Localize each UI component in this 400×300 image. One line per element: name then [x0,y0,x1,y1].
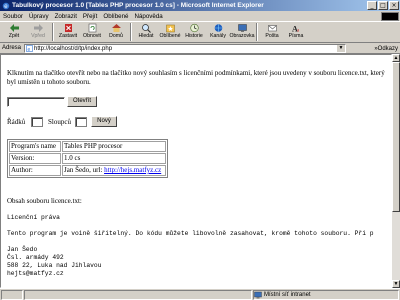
file-input[interactable] [7,97,65,107]
status-cell [24,289,252,300]
toolbar-separator [52,23,54,41]
channels-icon [214,24,222,32]
home-icon [111,24,121,32]
refresh-icon [88,23,96,33]
scroll-thumb[interactable] [392,62,400,212]
address-bar: Adresa e http://localhost/d/tp/index.php… [0,43,400,54]
favorites-button[interactable]: Oblíbené [158,22,182,42]
program-info-table: Program's name Tables PHP procesor Versi… [7,139,168,178]
table-cell: 1.0 cs [62,153,166,164]
table-cell: Jan Šedo, url: http://hejs.matfyz.cz [62,165,166,176]
table-row: Version: 1.0 cs [9,153,166,164]
table-row: Author: Jan Šedo, url: http://hejs.matfy… [9,165,166,176]
scroll-up-icon[interactable]: ▲ [392,54,400,62]
toolbar: Zpět Vpřed Zastavit Obnovit Domů Hledat … [0,22,400,43]
svg-text:e: e [28,47,31,52]
channels-button[interactable]: Kanály [206,22,230,42]
title-bar: e Tabulkový procesor 1.0 [Tables PHP pro… [0,0,400,11]
maximize-button[interactable]: □ [378,1,388,10]
home-button[interactable]: Domů [104,22,128,42]
menu-go[interactable]: Přejít [83,13,97,20]
license-title: Licenční práva [7,214,60,221]
intro-text: Klknutím na tlačítko otevřít nebo na tla… [7,69,385,86]
refresh-button[interactable]: Obnovit [80,22,104,42]
address-input[interactable]: e http://localhost/d/tp/index.php ▼ [24,44,346,53]
fullscreen-icon [237,24,247,32]
author-name: Jan Šedo, url: [64,166,105,174]
status-bar: Místní síť intranet [0,288,400,300]
back-button[interactable]: Zpět [2,22,26,42]
favorites-icon [165,24,175,33]
scroll-down-icon[interactable]: ▼ [392,280,400,288]
open-button[interactable]: Otevřít [67,96,97,107]
menu-file[interactable]: Soubor [3,13,23,20]
search-button[interactable]: Hledat [134,22,158,42]
author-link[interactable]: http://hejs.matfyz.cz [104,166,161,174]
table-cell: Tables PHP procesor [62,141,166,152]
file-caption: Obsah souboru licence.txt: [7,197,82,205]
history-icon [189,23,199,33]
rows-label: Řádků [7,118,26,126]
fonts-icon: Aa [292,25,300,34]
window-title: Tabulkový procesor 1.0 [Tables PHP proce… [12,2,264,9]
page-content: Klknutím na tlačítko otevřít nebo na tla… [0,54,392,288]
address-label: Adresa [2,45,22,51]
menu-view[interactable]: Zobrazit [55,13,77,20]
contact-block: Jan Šedo Čsl. armády 492 588 22, Luka na… [7,246,102,277]
license-text: Tento program je voině šiřitelný. Do kód… [7,230,374,237]
history-button[interactable]: Historie [182,22,206,42]
table-cell: Author: [9,165,61,176]
back-arrow-icon [9,24,19,32]
search-icon [141,24,151,33]
stop-button[interactable]: Zastavit [56,22,80,42]
address-url: http://localhost/d/tp/index.php [34,45,113,52]
menu-favorites[interactable]: Oblíbené [103,13,128,20]
zone-indicator: Místní síť intranet [254,290,311,300]
windows-logo-icon [381,12,399,21]
mail-icon [267,25,277,32]
rows-input[interactable] [31,117,43,127]
cols-label: Sloupců [48,118,71,126]
menu-help[interactable]: Nápověda [135,13,163,20]
minimize-button[interactable]: _ [367,1,377,10]
table-cell: Version: [9,153,61,164]
toolbar-separator [130,23,132,41]
page-icon: e [26,45,33,52]
intranet-icon [254,291,262,299]
close-button[interactable]: × [389,1,399,10]
fullscreen-button[interactable]: Obrazovka [229,22,255,42]
links-button[interactable]: » Odkazy [374,44,398,53]
status-cell [1,289,23,300]
new-button[interactable]: Nový [91,116,117,127]
address-dropdown-icon[interactable]: ▼ [337,45,345,52]
ie-logo-icon: e [2,2,10,10]
vertical-scrollbar[interactable]: ▲ ▼ [392,54,400,288]
menu-bar: Soubor Úpravy Zobrazit Přejít Oblíbené N… [0,11,400,22]
table-cell: Program's name [9,141,61,152]
cols-input[interactable] [75,117,87,127]
menu-edit[interactable]: Úpravy [29,13,49,20]
mail-button[interactable]: Pošta [260,22,284,42]
table-row: Program's name Tables PHP procesor [9,141,166,152]
forward-button[interactable]: Vpřed [26,22,50,42]
toolbar-separator [256,23,258,41]
stop-icon [64,24,72,32]
fonts-button[interactable]: Aa Písma [284,22,308,42]
forward-arrow-icon [33,24,43,32]
